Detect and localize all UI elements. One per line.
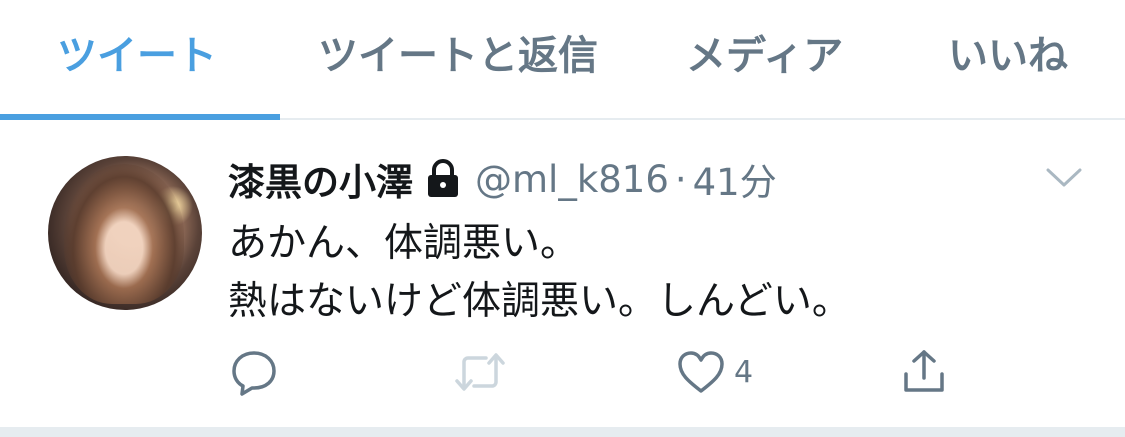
reply-button[interactable] xyxy=(230,346,278,398)
tweet-header: 漆黒の小澤 @ml_k816 · 41分 xyxy=(228,152,777,206)
tab-likes[interactable]: いいね xyxy=(948,28,1068,84)
tweet-timestamp[interactable]: 41分 xyxy=(693,152,777,206)
tweet-text-line: あかん、体調悪い。 xyxy=(228,221,580,266)
tab-tweets[interactable]: ツイート xyxy=(57,28,217,84)
tab-media[interactable]: メディア xyxy=(686,28,843,84)
profile-tabs: ツイート ツイートと返信 メディア いいね xyxy=(0,0,1125,120)
tweet-text: あかん、体調悪い。 熱はないけど体調悪い。しんどい。 xyxy=(228,215,1088,331)
share-icon xyxy=(900,348,948,396)
chevron-down-icon[interactable] xyxy=(1046,166,1082,190)
retweet-icon xyxy=(454,348,506,396)
like-button[interactable]: 4 xyxy=(676,346,753,398)
tweet-text-line: 熱はないけど体調悪い。しんどい。 xyxy=(228,279,851,324)
retweet-button xyxy=(454,346,506,398)
reply-icon xyxy=(230,348,278,396)
tweet[interactable]: 漆黒の小澤 @ml_k816 · 41分 あかん、体調悪い。 熱はないけど体調悪… xyxy=(0,120,1125,427)
tab-tweets-and-replies[interactable]: ツイートと返信 xyxy=(318,28,598,84)
avatar-portrait xyxy=(64,164,184,304)
lock-icon xyxy=(425,159,461,199)
display-name[interactable]: 漆黒の小澤 xyxy=(228,152,413,206)
user-handle[interactable]: @ml_k816 xyxy=(475,158,669,201)
share-button[interactable] xyxy=(900,346,948,398)
like-count: 4 xyxy=(734,354,754,390)
timeline-divider xyxy=(0,427,1125,437)
header-separator: · xyxy=(674,157,687,201)
avatar[interactable] xyxy=(48,156,202,310)
heart-icon xyxy=(676,349,726,395)
tweet-actions: 4 xyxy=(228,346,1088,398)
